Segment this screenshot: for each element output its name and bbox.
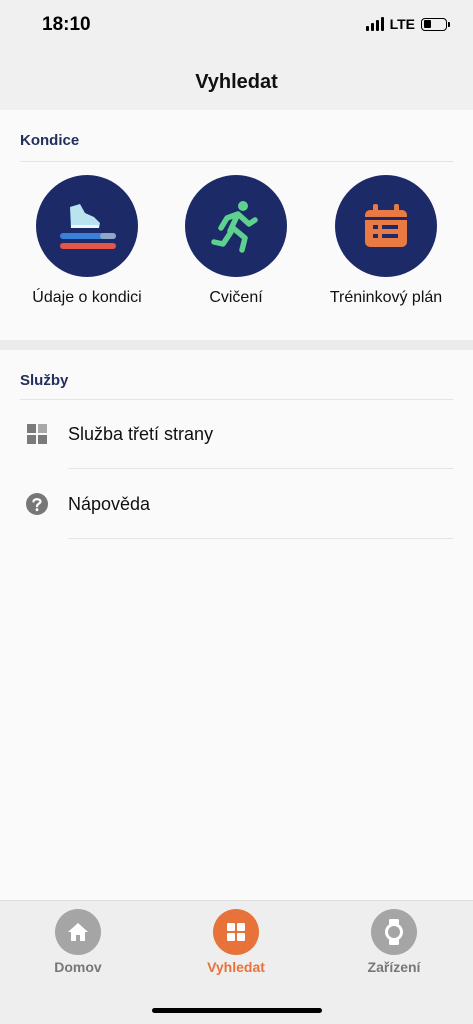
tab-label: Zařízení [367, 959, 421, 975]
nav-bar: Vyhledat [0, 54, 473, 110]
network-type: LTE [389, 16, 415, 32]
list-item-label: Služba třetí strany [68, 423, 214, 444]
list-item-help[interactable]: Nápověda [0, 469, 473, 539]
tile-circle [36, 175, 138, 277]
tab-vyhledat[interactable]: Vyhledat [181, 909, 291, 975]
status-time: 18:10 [42, 14, 91, 35]
tile-label: Tréninkový plán [329, 289, 443, 306]
tile-cviceni[interactable]: Cvičení [161, 175, 311, 307]
tab-label: Domov [54, 959, 102, 975]
tab-domov[interactable]: Domov [23, 909, 133, 975]
sluzby-header: Služby [20, 372, 69, 389]
tile-circle [335, 175, 437, 277]
runner-icon [211, 201, 258, 253]
tab-bar: Domov Vyhledat Zařízení [0, 900, 473, 1024]
grid-icon [213, 909, 259, 955]
help-icon [26, 493, 48, 515]
list-item-label: Nápověda [68, 493, 151, 514]
sluzby-section: Služby Služba třetí strany Nápověda [0, 350, 473, 900]
calendar-icon [365, 204, 407, 247]
list-divider [68, 538, 453, 539]
status-indicators: LTE [365, 16, 450, 32]
status-bar: 18:10 LTE [0, 0, 473, 54]
tab-zarizeni[interactable]: Zařízení [339, 909, 449, 975]
tile-treninkovy-plan[interactable]: Tréninkový plán [311, 175, 461, 307]
home-icon [55, 909, 101, 955]
page-title: Vyhledat [195, 70, 278, 93]
tile-udaje-o-kondici[interactable]: Údaje o kondici [12, 175, 162, 307]
kondice-section: Kondice Údaje o kondici Cvičení Tréninko… [0, 110, 473, 340]
grid-icon [26, 423, 48, 445]
section-separator [0, 340, 473, 350]
tile-label: Cvičení [209, 289, 263, 306]
kondice-header: Kondice [20, 132, 80, 149]
section-divider [20, 161, 453, 162]
tab-label: Vyhledat [207, 959, 265, 975]
running-shoe-icon [60, 204, 116, 249]
list-item-third-party-service[interactable]: Služba třetí strany [0, 399, 473, 469]
battery-icon [421, 17, 450, 31]
tile-circle [185, 175, 287, 277]
tile-label: Údaje o kondici [32, 289, 142, 306]
watch-icon [371, 909, 417, 955]
home-indicator[interactable] [152, 1008, 322, 1013]
signal-icon [365, 17, 384, 31]
